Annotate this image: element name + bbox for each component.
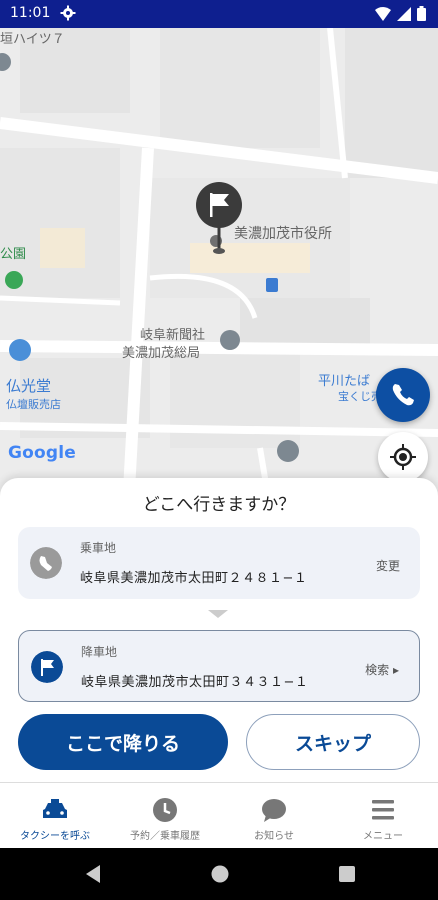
nav-label-history: 予約／乗車履歴 xyxy=(130,831,200,842)
map-label-shop-1: 仏光堂 xyxy=(6,377,52,395)
menu-icon xyxy=(372,800,394,820)
signal-icon xyxy=(397,6,411,21)
phone-icon xyxy=(392,384,414,406)
chat-icon xyxy=(262,799,286,822)
clock-icon xyxy=(153,798,177,822)
map-label-newspaper-1: 岐阜新聞社 xyxy=(140,328,206,343)
my-location-icon xyxy=(390,444,416,470)
status-icons xyxy=(375,6,426,21)
map-label-newspaper-2: 美濃加茂総局 xyxy=(122,346,201,361)
arrow-down-icon xyxy=(208,610,228,618)
destination-sheet: どこへ行きますか？ 乗車地 岐阜県美濃加茂市太田町２４８１−１ 変更 降車地 岐… xyxy=(0,478,438,782)
google-logo-text: Google xyxy=(8,443,77,463)
nav-label-call-taxi: タクシーを呼ぶ xyxy=(20,831,90,842)
map-label-top-left: 垣ハイツ７ xyxy=(0,32,65,47)
pickup-change-button[interactable]: 変更 xyxy=(376,557,400,574)
dropoff-card[interactable]: 降車地 岐阜県美濃加茂市太田町３４３１−１ 検索 ▸ xyxy=(18,630,420,702)
nav-item-menu[interactable]: メニュー xyxy=(328,783,438,849)
sheet-title: どこへ行きますか？ xyxy=(142,495,296,515)
pickup-address: 岐阜県美濃加茂市太田町２４８１−１ xyxy=(80,571,308,586)
bottom-nav: タクシーを呼ぶ 予約／乗車履歴 お知らせ メニュー xyxy=(0,782,438,849)
map-label-shop-right-1: 平川たば xyxy=(318,374,371,389)
wifi-icon xyxy=(375,6,391,21)
dropoff-label: 降車地 xyxy=(81,645,118,659)
map-label-park: 公園 xyxy=(0,247,27,262)
android-nav-bar xyxy=(0,848,438,900)
status-bar: 11:01 xyxy=(0,0,438,28)
back-icon[interactable] xyxy=(84,864,102,884)
nav-item-notifications[interactable]: お知らせ xyxy=(219,783,329,849)
battery-icon xyxy=(417,6,426,21)
flag-marker-icon xyxy=(196,182,242,254)
google-logo: Google xyxy=(8,443,76,463)
pickup-label: 乗車地 xyxy=(80,541,117,555)
map-roads xyxy=(0,28,438,508)
dropoff-search-button[interactable]: 検索 ▸ xyxy=(365,661,399,678)
skip-button[interactable]: スキップ xyxy=(246,714,420,770)
map[interactable]: 垣ハイツ７ 美濃加茂市役所 公園 岐阜新聞社 美濃加茂総局 仏光堂 仏壇販売店 … xyxy=(0,28,438,508)
dropoff-flag-icon xyxy=(31,651,63,683)
gear-icon xyxy=(60,5,76,21)
my-location-button[interactable] xyxy=(378,432,428,482)
get-off-here-button[interactable]: ここで降りる xyxy=(18,714,228,770)
pickup-card[interactable]: 乗車地 岐阜県美濃加茂市太田町２４８１−１ 変更 xyxy=(18,527,420,599)
nav-label-menu: メニュー xyxy=(363,831,403,842)
map-label-shop-2: 仏壇販売店 xyxy=(6,398,61,411)
nav-item-call-taxi[interactable]: タクシーを呼ぶ xyxy=(0,783,110,849)
taxi-icon xyxy=(43,799,67,818)
status-time: 11:01 xyxy=(10,5,51,21)
dropoff-address: 岐阜県美濃加茂市太田町３４３１−１ xyxy=(81,675,309,690)
nav-item-history[interactable]: 予約／乗車履歴 xyxy=(110,783,220,849)
home-icon[interactable] xyxy=(210,864,230,884)
map-label-city-hall: 美濃加茂市役所 xyxy=(234,226,332,242)
call-button[interactable] xyxy=(376,368,430,422)
recents-icon[interactable] xyxy=(338,865,356,883)
nav-label-notifications: お知らせ xyxy=(254,831,294,842)
pickup-person-icon xyxy=(30,547,62,579)
